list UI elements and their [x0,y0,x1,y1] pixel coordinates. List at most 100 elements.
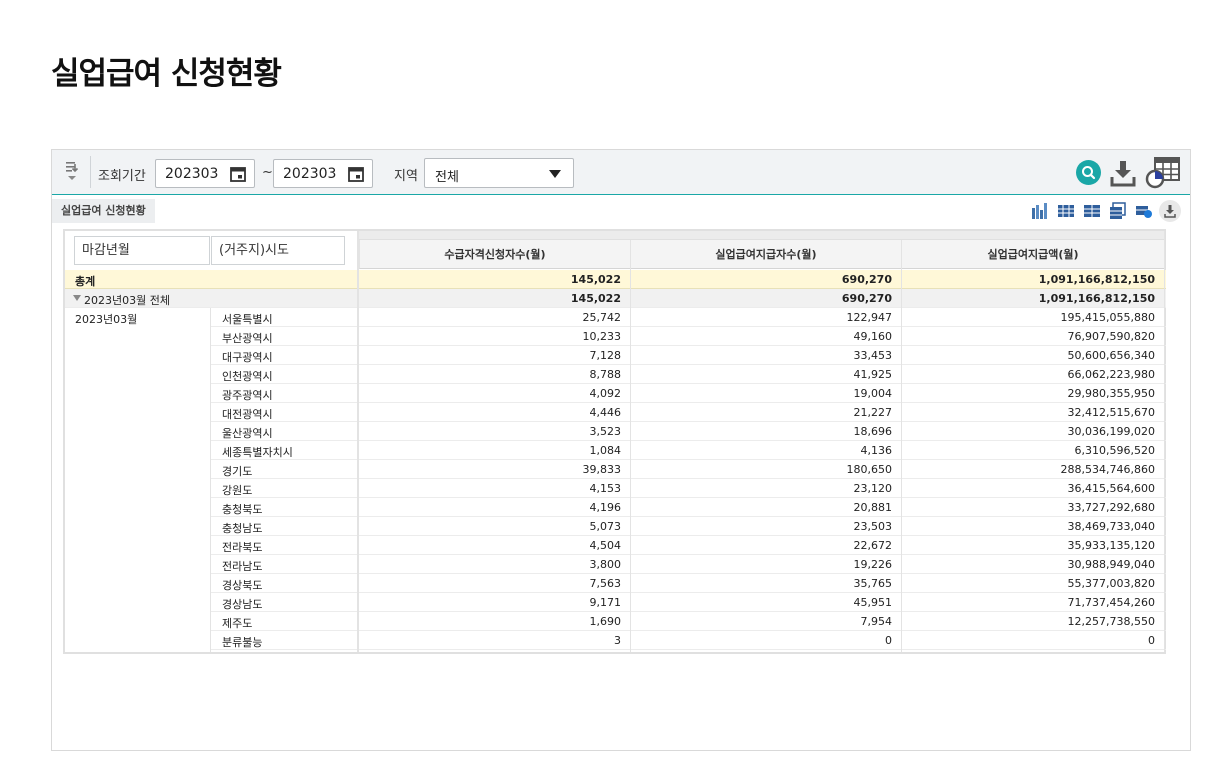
column-divider [901,240,902,652]
row-header-divider [357,231,359,652]
search-toolbar: 조회기간 ~ 지역 전체 [52,150,1190,195]
value-cell: 20,881 [853,501,893,514]
table-row: 경상북도 7,563 35,765 55,377,003,820 [65,574,1166,593]
end-date-input[interactable] [274,160,344,187]
region-cell: 충청남도 [222,522,263,535]
region-select[interactable]: 전체 [424,158,574,188]
value-cell: 23,503 [853,520,893,533]
value-cell: 21,227 [853,406,893,419]
region-cell: 경상남도 [222,598,263,611]
value-cell: 38,469,733,040 [1067,520,1155,533]
value-cell: 0 [1148,634,1155,647]
column-divider [210,308,211,652]
total-cell: 1,091,166,812,150 [1038,273,1155,286]
value-cell: 7,128 [589,349,622,362]
value-cell: 122,947 [846,311,893,324]
value-cell: 195,415,055,880 [1060,311,1155,324]
value-cell: 41,925 [853,368,893,381]
pivot-field-month[interactable]: 마감년월 [74,236,210,265]
column-header[interactable]: 수급자격신청자수(월) [359,240,630,269]
value-cell: 29,980,355,950 [1067,387,1155,400]
column-header[interactable]: 실업급여지급액(월) [901,240,1164,269]
subtotal-cell: 1,091,166,812,150 [1038,292,1155,305]
region-cell: 경상북도 [222,579,263,592]
value-cell: 12,257,738,550 [1067,615,1155,628]
value-cell: 4,196 [589,501,622,514]
value-cell: 8,788 [589,368,622,381]
value-cell: 3,523 [589,425,622,438]
tab-unemployment-status[interactable]: 실업급여 신청현황 [52,199,155,223]
table-settings-icon[interactable] [1145,157,1181,189]
region-cell: 인천광역시 [222,370,273,383]
value-cell: 55,377,003,820 [1067,577,1155,590]
toolbar-divider [90,156,91,188]
report-panel: 조회기간 ~ 지역 전체 [51,149,1191,751]
table-row: 경상남도 9,171 45,951 71,737,454,260 [65,593,1166,612]
region-cell: 전라남도 [222,560,263,573]
value-cell: 66,062,223,980 [1067,368,1155,381]
table-row: 세종특별자치시 1,084 4,136 6,310,596,520 [65,441,1166,460]
value-cell: 10,233 [582,330,622,343]
collapse-toggle-icon[interactable] [64,159,80,183]
start-date-field[interactable] [155,159,255,188]
region-label: 지역 [394,169,418,184]
value-cell: 4,092 [589,387,622,400]
page-title: 실업급여 신청현황 [51,56,282,92]
column-divider [1164,231,1165,652]
column-chart-icon[interactable] [1031,202,1049,220]
grid-filter-icon[interactable] [1135,202,1153,220]
value-cell: 180,650 [846,463,893,476]
column-header[interactable]: 실업급여지급자수(월) [630,240,901,269]
region-cell: 분류불능 [222,636,263,649]
region-cell: 서울특별시 [222,313,273,326]
subtotal-cell: 690,270 [841,292,892,305]
grid-expand-icon[interactable] [1083,202,1101,220]
table-row: 전라남도 3,800 19,226 30,988,949,040 [65,555,1166,574]
subtotal-row: 2023년03월 전체 145,022 690,270 1,091,166,81… [65,289,1166,308]
table-row: 경기도 39,833 180,650 288,534,746,860 [65,460,1166,479]
search-icon [1082,166,1096,180]
value-cell: 23,120 [853,482,893,495]
table-row: 충청북도 4,196 20,881 33,727,292,680 [65,498,1166,517]
download-icon[interactable] [1110,159,1136,187]
grid-view-icon[interactable] [1057,202,1075,220]
value-cell: 33,453 [853,349,893,362]
column-header-label: 수급자격신청자수(월) [444,248,546,261]
start-date-input[interactable] [156,160,226,187]
subtotal-cell: 145,022 [570,292,621,305]
value-cell: 33,727,292,680 [1067,501,1155,514]
region-cell: 경기도 [222,465,253,478]
search-button[interactable] [1076,160,1101,185]
total-cell: 690,270 [841,273,892,286]
value-cell: 39,833 [582,463,622,476]
grid-download-button[interactable] [1159,200,1181,222]
collapse-caret-icon[interactable] [73,295,81,301]
value-cell: 5,073 [589,520,622,533]
value-cell: 6,310,596,520 [1074,444,1155,457]
subtotal-label: 2023년03월 전체 [84,294,170,307]
value-cell: 32,412,515,670 [1067,406,1155,419]
table-row: 대전광역시 4,446 21,227 32,412,515,670 [65,403,1166,422]
region-cell: 울산광역시 [222,427,273,440]
region-cell: 제주도 [222,617,253,630]
download-icon [1164,205,1176,218]
copy-grid-icon[interactable] [1109,202,1127,220]
table-row: 전라북도 4,504 22,672 35,933,135,120 [65,536,1166,555]
table-row: 광주광역시 4,092 19,004 29,980,355,950 [65,384,1166,403]
pivot-field-region[interactable]: (거주지)시도 [211,236,345,265]
group-label: 2023년03월 [75,313,138,326]
end-date-field[interactable] [273,159,373,188]
value-cell: 7,954 [860,615,893,628]
region-cell: 대전광역시 [222,408,273,421]
calendar-icon[interactable] [348,166,364,182]
column-header-band [359,231,1164,240]
grid-subheader: 실업급여 신청현황 [52,196,1190,226]
region-cell: 세종특별자치시 [222,446,293,459]
calendar-icon[interactable] [230,166,246,182]
total-row: 총계 145,022 690,270 1,091,166,812,150 [65,270,1166,289]
column-divider [630,240,631,652]
period-label: 조회기간 [98,169,146,184]
value-cell: 71,737,454,260 [1067,596,1155,609]
region-cell: 부산광역시 [222,332,273,345]
value-cell: 45,951 [853,596,893,609]
